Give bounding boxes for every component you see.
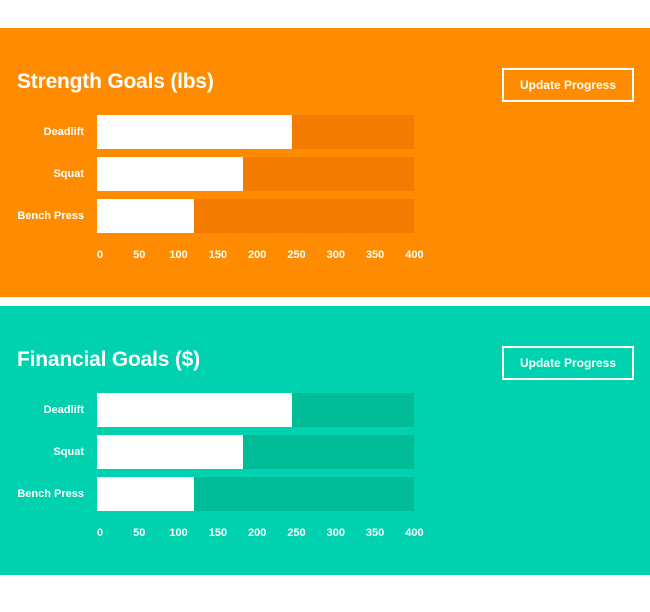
bar-label: Squat xyxy=(53,168,84,180)
bar-track xyxy=(97,115,414,149)
financial-goals-panel: Financial Goals ($) Update Progress Dead… xyxy=(0,306,650,575)
strength-goals-panel: Strength Goals (lbs) Update Progress Dea… xyxy=(0,28,650,297)
axis-tick-label: 400 xyxy=(405,249,424,261)
bar-label: Bench Press xyxy=(17,488,84,500)
bar-track xyxy=(97,157,414,191)
axis-tick-label: 100 xyxy=(169,249,188,261)
axis-tick-label: 200 xyxy=(248,249,267,261)
panel-title: Financial Goals ($) xyxy=(17,348,200,371)
panel-title: Strength Goals (lbs) xyxy=(17,70,214,93)
axis-tick-label: 0 xyxy=(96,527,104,539)
axis-tick-label: 200 xyxy=(248,527,267,539)
bar-track xyxy=(97,199,414,233)
axis-tick-label: 0 xyxy=(96,249,104,261)
axis-tick-label: 300 xyxy=(326,249,345,261)
axis-tick-label: 300 xyxy=(326,527,345,539)
axis-tick-label: 350 xyxy=(365,249,385,261)
bar-label: Deadlift xyxy=(43,404,84,416)
axis-tick-label: 400 xyxy=(405,527,424,539)
bar-label: Squat xyxy=(53,446,84,458)
bar xyxy=(97,393,292,427)
axis-tick-label: 250 xyxy=(287,527,306,539)
update-progress-button[interactable]: Update Progress xyxy=(502,346,634,380)
bar-track xyxy=(97,477,414,511)
axis-tick-label: 50 xyxy=(133,249,146,261)
axis-tick-label: 150 xyxy=(208,249,228,261)
axis-tick-label: 150 xyxy=(208,527,228,539)
bar xyxy=(97,435,243,469)
axis-tick-label: 350 xyxy=(365,527,385,539)
bar-track xyxy=(97,435,414,469)
bar xyxy=(97,477,195,511)
bar-track xyxy=(97,393,414,427)
bar xyxy=(97,115,292,149)
update-progress-button[interactable]: Update Progress xyxy=(502,68,634,102)
bar-label: Deadlift xyxy=(43,126,84,138)
bar xyxy=(97,157,243,191)
axis-tick-label: 50 xyxy=(133,527,146,539)
bar xyxy=(97,199,195,233)
bar-label: Bench Press xyxy=(17,210,84,222)
axis-tick-label: 250 xyxy=(287,249,306,261)
axis-tick-label: 100 xyxy=(169,527,188,539)
